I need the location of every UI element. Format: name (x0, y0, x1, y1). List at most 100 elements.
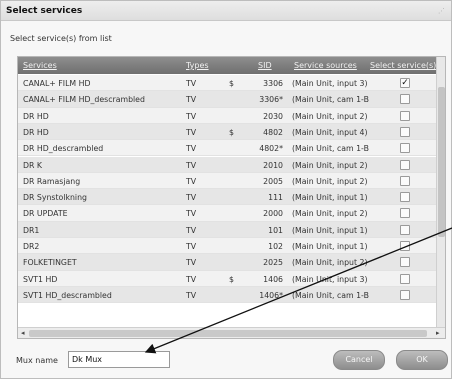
service-name: SVT1 HD_descrambled (23, 290, 112, 300)
service-type: TV (186, 176, 197, 186)
service-source: (Main Unit, input 1) (292, 242, 368, 251)
service-type: TV (186, 290, 197, 300)
service-source: (Main Unit, input 2) (292, 176, 368, 186)
table-row[interactable]: DR2 TV 102 (Main Unit, input 1) (18, 238, 436, 255)
service-source: (Main Unit, input 2) (292, 160, 368, 170)
ok-button[interactable]: OK (396, 350, 448, 370)
table-row[interactable]: SVT1 HD TV $1406 (Main Unit, input 3) (18, 270, 436, 287)
header-service-sources[interactable]: Service sources (294, 61, 357, 70)
table-row[interactable]: DR Ramasjang TV 2005 (Main Unit, input 2) (18, 172, 436, 190)
table-row[interactable]: DR Synstolkning TV 111 (Main Unit, input 1) (18, 189, 436, 206)
arrow-left-icon[interactable]: ◂ (21, 329, 25, 337)
select-services-dialog: Select services ⋰ Select service(s) from… (0, 0, 452, 379)
service-type: TV (186, 258, 197, 268)
service-name: DR2 (23, 242, 40, 251)
service-name: DR Ramasjang (23, 176, 81, 186)
service-sid: 2030 (263, 111, 283, 121)
table-row[interactable]: FOLKETINGET TV 2025 (Main Unit, input 2) (18, 254, 436, 271)
table-row[interactable]: SVT1 HD_descrambled TV 1406* (Main Unit, ca… (18, 286, 436, 304)
resize-grip-icon[interactable]: ⋰ (438, 7, 447, 15)
service-type: TV (186, 79, 197, 88)
service-name: DR1 (23, 225, 40, 235)
service-name: DR UPDATE (23, 209, 68, 219)
service-name: DR HD (23, 127, 49, 137)
service-sid: 111 (268, 193, 283, 203)
service-source: (Main Unit, input 2) (292, 258, 368, 268)
select-service-checkbox[interactable] (400, 94, 410, 105)
service-name: DR HD_descrambled (23, 144, 104, 154)
service-type: TV (186, 111, 197, 121)
select-service-checkbox[interactable] (400, 175, 410, 186)
dialog-title: Select services (6, 6, 83, 16)
arrow-right-icon[interactable]: ▸ (436, 329, 440, 337)
service-name: DR Synstolkning (23, 193, 87, 203)
table-row[interactable]: DR K TV 2010 (Main Unit, input 2) (18, 156, 436, 173)
select-service-checkbox[interactable] (400, 273, 410, 284)
select-service-checkbox[interactable] (400, 208, 410, 219)
table-row[interactable]: DR UPDATE TV 2000 (Main Unit, input 2) (18, 205, 436, 222)
select-service-checkbox[interactable] (400, 126, 410, 137)
table-row[interactable]: DR HD_descrambled TV 4802* (Main Unit, cam … (18, 140, 436, 157)
service-source: (Main Unit, input 1) (292, 225, 368, 235)
service-source: (Main Unit, cam 1-B (292, 144, 369, 154)
horizontal-scrollbar[interactable]: ◂ ▸ (18, 327, 445, 338)
cancel-button[interactable]: Cancel (333, 350, 385, 370)
service-source: (Main Unit, cam 1-B (292, 290, 369, 300)
mux-name-input[interactable] (68, 351, 170, 368)
service-source: (Main Unit, input 3) (292, 79, 368, 88)
table-row[interactable]: DR1 TV 101 (Main Unit, input 1) (18, 221, 436, 238)
service-sid: 3306 (263, 79, 283, 88)
service-type: TV (186, 127, 197, 137)
title-bar[interactable]: Select services ⋰ (1, 1, 451, 21)
table-row[interactable]: DR HD TV $4802 (Main Unit, input 4) (18, 123, 436, 141)
grid-header: Services Types SID Service sources Selec… (18, 57, 436, 74)
service-type: TV (186, 225, 197, 235)
select-service-checkbox[interactable] (400, 241, 410, 251)
service-name: SVT1 HD (23, 274, 58, 284)
service-source: (Main Unit, input 2) (292, 209, 368, 219)
service-type: TV (186, 242, 197, 251)
service-sid: 4802* (259, 144, 283, 154)
service-sid: 2005 (263, 176, 283, 186)
horizontal-scroll-thumb[interactable] (29, 330, 427, 337)
services-grid: Services Types SID Service sources Selec… (17, 56, 446, 339)
select-service-checkbox[interactable]: ✓ (400, 78, 410, 88)
service-name: DR K (23, 160, 43, 170)
header-types[interactable]: Types (186, 61, 209, 70)
select-service-checkbox[interactable] (400, 143, 410, 154)
dialog-subtitle: Select service(s) from list (10, 34, 112, 43)
select-service-checkbox[interactable] (400, 257, 410, 268)
service-source: (Main Unit, cam 1-B (292, 95, 369, 105)
service-type: TV (186, 274, 197, 284)
service-name: FOLKETINGET (23, 258, 77, 268)
header-services[interactable]: Services (23, 61, 57, 70)
header-select-services[interactable]: Select service(s) (370, 61, 436, 70)
header-sid[interactable]: SID (258, 61, 272, 70)
table-row[interactable]: DR HD TV 2030 (Main Unit, input 2) (18, 107, 436, 124)
select-service-checkbox[interactable] (400, 289, 410, 300)
table-row[interactable]: CANAL+ FILM HD TV $3306 (Main Unit, input 3… (18, 75, 436, 92)
service-sid: 3306* (259, 95, 283, 105)
service-source: (Main Unit, input 4) (292, 127, 368, 137)
table-row[interactable]: CANAL+ FILM HD_descrambled TV 3306* (Main U… (18, 91, 436, 108)
vertical-scrollbar[interactable] (436, 57, 445, 327)
select-service-checkbox[interactable] (400, 224, 410, 235)
mux-name-label: Mux name (16, 356, 58, 365)
select-service-checkbox[interactable] (400, 192, 410, 203)
service-sid: 4802 (263, 127, 283, 137)
service-sid: 102 (268, 242, 283, 251)
service-type: TV (186, 95, 197, 105)
service-type: TV (186, 193, 197, 203)
vertical-scroll-thumb[interactable] (438, 87, 445, 237)
service-sid: 101 (268, 225, 283, 235)
service-type: TV (186, 209, 197, 219)
service-type: TV (186, 144, 197, 154)
service-source: (Main Unit, input 2) (292, 111, 368, 121)
service-type: TV (186, 160, 197, 170)
service-name: CANAL+ FILM HD_descrambled (23, 95, 145, 105)
select-service-checkbox[interactable] (400, 159, 410, 170)
service-name: CANAL+ FILM HD (23, 79, 91, 88)
service-sid: 2010 (263, 160, 283, 170)
select-service-checkbox[interactable] (400, 110, 410, 121)
service-sid: 2025 (263, 258, 283, 268)
